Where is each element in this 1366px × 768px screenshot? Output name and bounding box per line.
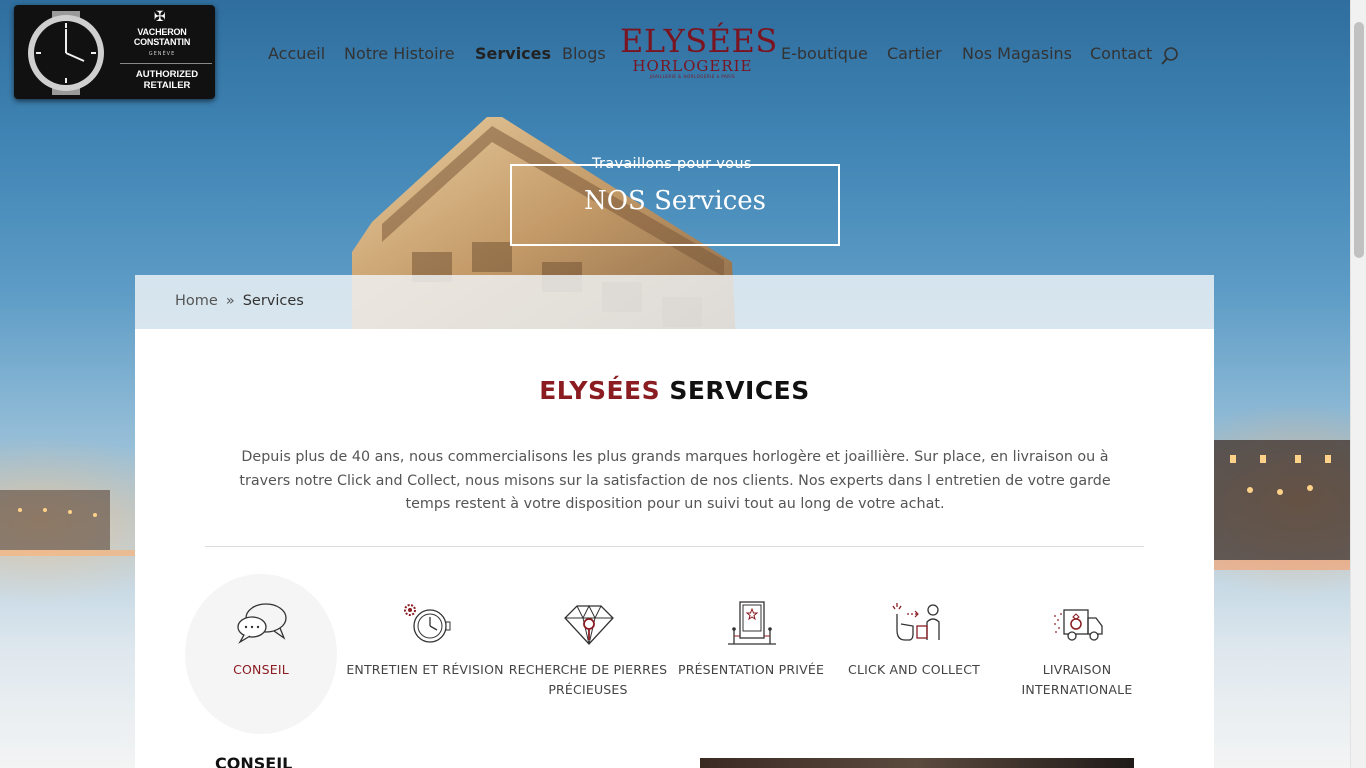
service-tab-pierres[interactable]: RECHERCHE DE PIERRES PRÉCIEUSES (508, 574, 668, 734)
page-scrollbar[interactable] (1350, 0, 1366, 768)
service-label: RECHERCHE DE PIERRES PRÉCIEUSES (508, 662, 668, 697)
intro-paragraph: Depuis plus de 40 ans, nous commercialis… (239, 449, 1111, 513)
display-case-icon (728, 601, 776, 645)
delivery-truck-icon (1054, 609, 1103, 641)
service-tab-click-collect[interactable]: CLICK AND COLLECT (834, 574, 994, 734)
brand-subtitle: HORLOGERIE (632, 57, 753, 75)
hero-title: NOS Services (583, 186, 767, 216)
scrollbar-thumb[interactable] (1354, 22, 1364, 258)
service-tab-conseil[interactable]: CONSEIL (181, 574, 341, 734)
nav-contact[interactable]: Contact (1090, 44, 1152, 63)
nav-cartier[interactable]: Cartier (887, 44, 942, 63)
section-title: ELYSÉES SERVICES (135, 376, 1214, 405)
service-tab-entretien[interactable]: ENTRETIEN ET RÉVISION (345, 574, 505, 734)
retailer-status: AUTHORIZED RETAILER (135, 69, 199, 91)
active-tab-highlight (185, 574, 337, 734)
service-detail-title: CONSEIL (215, 754, 293, 768)
service-photo (700, 758, 1134, 768)
section-title-accent: ELYSÉES (539, 376, 661, 405)
chat-bubbles-icon (237, 603, 287, 644)
city-lights-right (1210, 440, 1350, 570)
watch-gear-icon (404, 604, 451, 643)
click-collect-icon (892, 603, 940, 641)
section-title-rest: SERVICES (669, 376, 810, 405)
nav-accueil[interactable]: Accueil (268, 44, 325, 63)
city-lights-left (0, 490, 140, 556)
service-tab-livraison[interactable]: LIVRAISON INTERNATIONALE (997, 574, 1157, 734)
nav-nos-magasins[interactable]: Nos Magasins (962, 44, 1072, 63)
nav-blogs[interactable]: Blogs (562, 44, 606, 63)
breadcrumb-current: Services (242, 293, 304, 309)
diamond-icon (564, 604, 614, 645)
nav-e-boutique[interactable]: E-boutique (781, 44, 868, 63)
maltese-cross-icon: ✠ (154, 9, 166, 25)
service-label: CONSEIL (233, 662, 289, 677)
breadcrumb-separator: » (225, 293, 235, 309)
section-divider (205, 546, 1144, 547)
breadcrumb: Home » Services (175, 293, 304, 309)
nav-services[interactable]: Services (475, 44, 551, 63)
service-label: CLICK AND COLLECT (848, 662, 980, 677)
service-label: PRÉSENTATION PRIVÉE (677, 662, 825, 677)
service-tab-presentation[interactable]: PRÉSENTATION PRIVÉE (671, 574, 831, 734)
service-label: ENTRETIEN ET RÉVISION (346, 662, 504, 677)
brand-name: ELYSÉES (620, 22, 778, 60)
hero-kicker: Travaillons pour vous (592, 156, 752, 172)
nav-notre-histoire[interactable]: Notre Histoire (344, 44, 455, 63)
breadcrumb-home[interactable]: Home (175, 293, 218, 309)
brand-logo[interactable]: ELYSÉES HORLOGERIE JOAILLERIE & HORLOGER… (620, 22, 778, 88)
service-label: LIVRAISON INTERNATIONALE (1021, 662, 1133, 697)
search-icon[interactable] (1160, 46, 1180, 66)
